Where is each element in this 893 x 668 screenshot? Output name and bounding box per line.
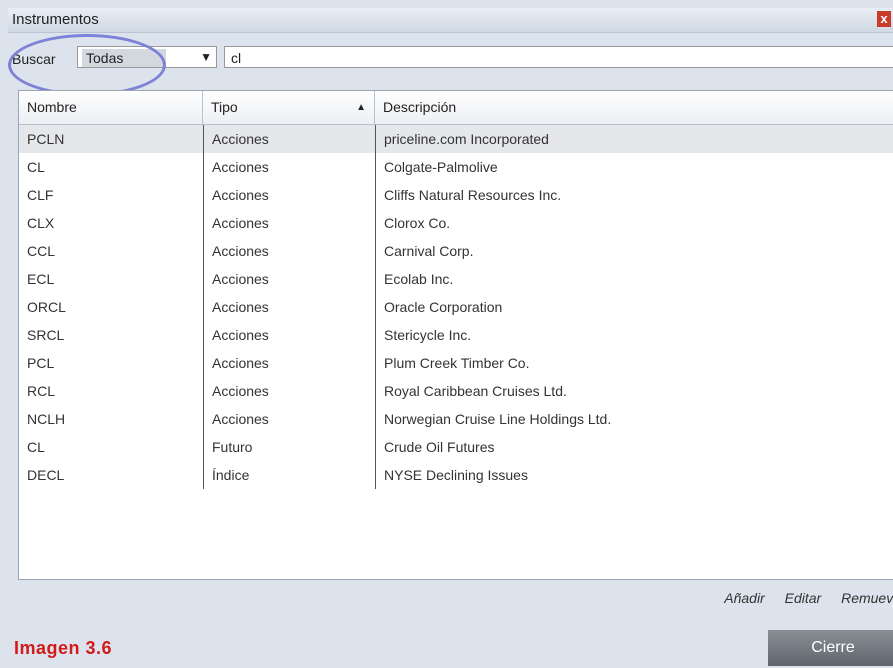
column-header-type-label: Tipo xyxy=(211,99,238,115)
cell-name: CL xyxy=(27,159,45,175)
cell-name: ORCL xyxy=(27,299,66,315)
instruments-window: Instrumentos x Buscar Todas ▼ cl Nombre … xyxy=(8,8,893,668)
cell-description: Clorox Co. xyxy=(375,209,893,237)
table-row[interactable]: CL Acciones Colgate-Palmolive xyxy=(19,153,893,181)
column-header-name[interactable]: Nombre xyxy=(19,91,203,124)
cell-type: Índice xyxy=(203,461,375,489)
cell-type: Acciones xyxy=(203,125,375,153)
cell-type: Acciones xyxy=(203,265,375,293)
table-body: PCLN Acciones priceline.com Incorporated CL… xyxy=(19,125,893,489)
search-label: Buscar xyxy=(12,51,56,67)
cell-description: Oracle Corporation xyxy=(375,293,893,321)
table-row[interactable]: RCL Acciones Royal Caribbean Cruises Ltd. xyxy=(19,377,893,405)
table-row[interactable]: PCLN Acciones priceline.com Incorporated xyxy=(19,125,893,153)
cell-name: PCL xyxy=(27,355,55,371)
cell-description: Stericycle Inc. xyxy=(375,321,893,349)
table-row[interactable]: CLF Acciones Cliffs Natural Resources Inc. xyxy=(19,181,893,209)
cell-description: priceline.com Incorporated xyxy=(375,125,893,153)
figure-caption: Imagen 3.6 xyxy=(14,638,113,658)
cell-description: Cliffs Natural Resources Inc. xyxy=(375,181,893,209)
action-links: Añadir Editar Remueva xyxy=(708,590,893,610)
sort-ascending-icon: ▲ xyxy=(356,102,366,113)
cell-type: Acciones xyxy=(203,349,375,377)
remove-link[interactable]: Remueva xyxy=(841,590,893,606)
chevron-down-icon: ▼ xyxy=(200,50,212,64)
cell-type: Acciones xyxy=(203,153,375,181)
table-header: Nombre Tipo ▲ Descripción xyxy=(19,91,893,125)
cell-type: Acciones xyxy=(203,405,375,433)
table-row[interactable]: ORCL Acciones Oracle Corporation xyxy=(19,293,893,321)
cell-description: Colgate-Palmolive xyxy=(375,153,893,181)
cell-name: PCLN xyxy=(27,131,65,147)
cell-description: Carnival Corp. xyxy=(375,237,893,265)
column-header-type[interactable]: Tipo ▲ xyxy=(203,91,375,124)
cell-name: DECL xyxy=(27,467,65,483)
cell-type: Acciones xyxy=(203,181,375,209)
filter-select[interactable]: Todas ▼ xyxy=(77,46,217,68)
close-button[interactable]: Cierre xyxy=(768,630,893,666)
cell-type: Acciones xyxy=(203,293,375,321)
filter-select-value: Todas xyxy=(82,49,166,67)
table-row[interactable]: CLX Acciones Clorox Co. xyxy=(19,209,893,237)
edit-link[interactable]: Editar xyxy=(785,590,822,606)
cell-type: Acciones xyxy=(203,321,375,349)
cell-name: SRCL xyxy=(27,327,65,343)
table-row[interactable]: ECL Acciones Ecolab Inc. xyxy=(19,265,893,293)
search-input[interactable]: cl xyxy=(224,46,893,68)
table-row[interactable]: PCL Acciones Plum Creek Timber Co. xyxy=(19,349,893,377)
cell-name: CLF xyxy=(27,187,54,203)
cell-name: CL xyxy=(27,439,45,455)
close-icon[interactable]: x xyxy=(877,11,891,27)
column-header-description[interactable]: Descripción xyxy=(375,91,893,124)
cell-description: Royal Caribbean Cruises Ltd. xyxy=(375,377,893,405)
add-link[interactable]: Añadir xyxy=(724,590,764,606)
cell-type: Acciones xyxy=(203,237,375,265)
cell-name: CCL xyxy=(27,243,56,259)
cell-type: Futuro xyxy=(203,433,375,461)
cell-name: RCL xyxy=(27,383,56,399)
cell-type: Acciones xyxy=(203,377,375,405)
cell-name: CLX xyxy=(27,215,55,231)
cell-description: Crude Oil Futures xyxy=(375,433,893,461)
table-row[interactable]: CCL Acciones Carnival Corp. xyxy=(19,237,893,265)
window-title: Instrumentos xyxy=(12,11,99,28)
cell-description: NYSE Declining Issues xyxy=(375,461,893,489)
search-bar: Buscar Todas ▼ cl xyxy=(8,46,893,72)
table-row[interactable]: CL Futuro Crude Oil Futures xyxy=(19,433,893,461)
cell-description: Ecolab Inc. xyxy=(375,265,893,293)
cell-type: Acciones xyxy=(203,209,375,237)
instruments-table: Nombre Tipo ▲ Descripción PCLN Acciones pr… xyxy=(18,90,893,580)
cell-name: ECL xyxy=(27,271,55,287)
cell-description: Plum Creek Timber Co. xyxy=(375,349,893,377)
table-row[interactable]: SRCL Acciones Stericycle Inc. xyxy=(19,321,893,349)
table-row[interactable]: NCLH Acciones Norwegian Cruise Line Holdin… xyxy=(19,405,893,433)
title-bar: Instrumentos x xyxy=(8,8,893,33)
table-row[interactable]: DECL Índice NYSE Declining Issues xyxy=(19,461,893,489)
cell-name: NCLH xyxy=(27,411,66,427)
cell-description: Norwegian Cruise Line Holdings Ltd. xyxy=(375,405,893,433)
